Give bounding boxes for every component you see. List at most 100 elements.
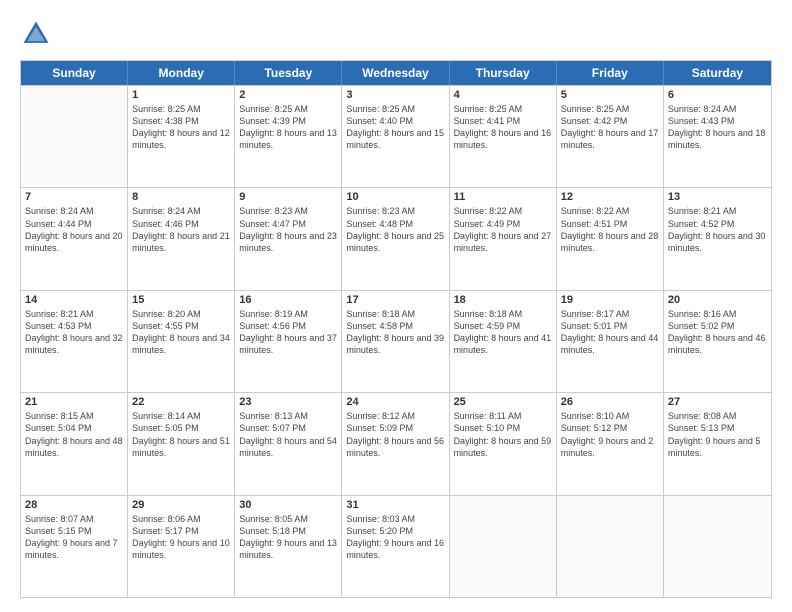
day-number: 13 [668,191,767,203]
day-number: 7 [25,191,123,203]
day-cell-16: 16Sunrise: 8:19 AMSunset: 4:56 PMDayligh… [235,291,342,392]
calendar: SundayMondayTuesdayWednesdayThursdayFrid… [20,60,772,598]
day-cell-17: 17Sunrise: 8:18 AMSunset: 4:58 PMDayligh… [342,291,449,392]
day-number: 12 [561,191,659,203]
header-day-monday: Monday [128,61,235,85]
day-number: 11 [454,191,552,203]
day-cell-empty [450,496,557,597]
day-number: 6 [668,89,767,101]
day-info: Sunrise: 8:16 AMSunset: 5:02 PMDaylight:… [668,308,767,357]
header-day-friday: Friday [557,61,664,85]
day-cell-28: 28 Sunrise: 8:07 AMSunset: 5:15 PMDayligh… [21,496,128,597]
day-cell-25: 25Sunrise: 8:11 AMSunset: 5:10 PMDayligh… [450,393,557,494]
day-number: 27 [668,396,767,408]
header-day-tuesday: Tuesday [235,61,342,85]
day-cell-21: 21Sunrise: 8:15 AMSunset: 5:04 PMDayligh… [21,393,128,494]
day-info: Sunrise: 8:13 AMSunset: 5:07 PMDaylight:… [239,410,337,459]
day-cell-24: 24 Sunrise: 8:12 AMSunset: 5:09 PMDayligh… [342,393,449,494]
day-info: Sunrise: 8:07 AMSunset: 5:15 PMDaylight:… [25,513,123,562]
day-cell-empty [21,86,128,187]
day-cell-13: 13 Sunrise: 8:21 AMSunset: 4:52 PMDayligh… [664,188,771,289]
day-cell-9: 9 Sunrise: 8:23 AMSunset: 4:47 PMDaylight… [235,188,342,289]
day-number: 30 [239,499,337,511]
day-number: 26 [561,396,659,408]
logo [20,18,56,50]
day-info: Sunrise: 8:23 AMSunset: 4:47 PMDaylight:… [239,205,337,254]
day-info: Sunrise: 8:25 AMSunset: 4:41 PMDaylight:… [454,103,552,152]
calendar-body: 1 Sunrise: 8:25 AMSunset: 4:38 PMDaylight… [21,85,771,597]
day-number: 8 [132,191,230,203]
day-number: 23 [239,396,337,408]
day-cell-31: 31 Sunrise: 8:03 AMSunset: 5:20 PMDayligh… [342,496,449,597]
day-cell-10: 10 Sunrise: 8:23 AMSunset: 4:48 PMDayligh… [342,188,449,289]
day-cell-6: 6 Sunrise: 8:24 AMSunset: 4:43 PMDaylight… [664,86,771,187]
day-info: Sunrise: 8:25 AMSunset: 4:39 PMDaylight:… [239,103,337,152]
day-cell-2: 2 Sunrise: 8:25 AMSunset: 4:39 PMDaylight… [235,86,342,187]
day-number: 5 [561,89,659,101]
calendar-week-3: 14Sunrise: 8:21 AMSunset: 4:53 PMDayligh… [21,290,771,392]
day-info: Sunrise: 8:06 AMSunset: 5:17 PMDaylight:… [132,513,230,562]
day-info: Sunrise: 8:03 AMSunset: 5:20 PMDaylight:… [346,513,444,562]
day-info: Sunrise: 8:23 AMSunset: 4:48 PMDaylight:… [346,205,444,254]
day-cell-12: 12 Sunrise: 8:22 AMSunset: 4:51 PMDayligh… [557,188,664,289]
day-cell-5: 5Sunrise: 8:25 AMSunset: 4:42 PMDaylight… [557,86,664,187]
day-info: Sunrise: 8:21 AMSunset: 4:52 PMDaylight:… [668,205,767,254]
day-number: 2 [239,89,337,101]
day-cell-27: 27 Sunrise: 8:08 AMSunset: 5:13 PMDayligh… [664,393,771,494]
day-info: Sunrise: 8:18 AMSunset: 4:59 PMDaylight:… [454,308,552,357]
header-day-sunday: Sunday [21,61,128,85]
day-number: 28 [25,499,123,511]
day-info: Sunrise: 8:10 AMSunset: 5:12 PMDaylight:… [561,410,659,459]
calendar-page: SundayMondayTuesdayWednesdayThursdayFrid… [0,0,792,612]
day-info: Sunrise: 8:20 AMSunset: 4:55 PMDaylight:… [132,308,230,357]
day-cell-22: 22Sunrise: 8:14 AMSunset: 5:05 PMDayligh… [128,393,235,494]
day-cell-7: 7Sunrise: 8:24 AMSunset: 4:44 PMDaylight… [21,188,128,289]
day-info: Sunrise: 8:24 AMSunset: 4:43 PMDaylight:… [668,103,767,152]
day-info: Sunrise: 8:12 AMSunset: 5:09 PMDaylight:… [346,410,444,459]
day-info: Sunrise: 8:25 AMSunset: 4:38 PMDaylight:… [132,103,230,152]
day-number: 10 [346,191,444,203]
day-cell-14: 14Sunrise: 8:21 AMSunset: 4:53 PMDayligh… [21,291,128,392]
day-cell-30: 30 Sunrise: 8:05 AMSunset: 5:18 PMDayligh… [235,496,342,597]
day-number: 1 [132,89,230,101]
day-number: 18 [454,294,552,306]
day-cell-empty [557,496,664,597]
day-info: Sunrise: 8:08 AMSunset: 5:13 PMDaylight:… [668,410,767,459]
day-number: 15 [132,294,230,306]
header-day-wednesday: Wednesday [342,61,449,85]
day-number: 21 [25,396,123,408]
day-cell-3: 3 Sunrise: 8:25 AMSunset: 4:40 PMDaylight… [342,86,449,187]
day-cell-29: 29 Sunrise: 8:06 AMSunset: 5:17 PMDayligh… [128,496,235,597]
day-number: 25 [454,396,552,408]
day-info: Sunrise: 8:19 AMSunset: 4:56 PMDaylight:… [239,308,337,357]
day-info: Sunrise: 8:25 AMSunset: 4:40 PMDaylight:… [346,103,444,152]
calendar-header: SundayMondayTuesdayWednesdayThursdayFrid… [21,61,771,85]
day-number: 29 [132,499,230,511]
day-info: Sunrise: 8:05 AMSunset: 5:18 PMDaylight:… [239,513,337,562]
day-info: Sunrise: 8:24 AMSunset: 4:46 PMDaylight:… [132,205,230,254]
day-cell-19: 19Sunrise: 8:17 AMSunset: 5:01 PMDayligh… [557,291,664,392]
calendar-week-1: 1 Sunrise: 8:25 AMSunset: 4:38 PMDaylight… [21,85,771,187]
day-cell-18: 18 Sunrise: 8:18 AMSunset: 4:59 PMDayligh… [450,291,557,392]
day-cell-23: 23 Sunrise: 8:13 AMSunset: 5:07 PMDayligh… [235,393,342,494]
day-number: 24 [346,396,444,408]
day-info: Sunrise: 8:21 AMSunset: 4:53 PMDaylight:… [25,308,123,357]
day-cell-4: 4 Sunrise: 8:25 AMSunset: 4:41 PMDaylight… [450,86,557,187]
calendar-week-5: 28 Sunrise: 8:07 AMSunset: 5:15 PMDayligh… [21,495,771,597]
calendar-week-2: 7Sunrise: 8:24 AMSunset: 4:44 PMDaylight… [21,187,771,289]
header [20,18,772,50]
day-info: Sunrise: 8:22 AMSunset: 4:51 PMDaylight:… [561,205,659,254]
day-number: 31 [346,499,444,511]
day-number: 20 [668,294,767,306]
day-cell-empty [664,496,771,597]
day-number: 9 [239,191,337,203]
day-info: Sunrise: 8:14 AMSunset: 5:05 PMDaylight:… [132,410,230,459]
day-info: Sunrise: 8:22 AMSunset: 4:49 PMDaylight:… [454,205,552,254]
day-number: 17 [346,294,444,306]
day-cell-8: 8 Sunrise: 8:24 AMSunset: 4:46 PMDaylight… [128,188,235,289]
header-day-saturday: Saturday [664,61,771,85]
logo-icon [20,18,52,50]
day-number: 4 [454,89,552,101]
day-number: 3 [346,89,444,101]
calendar-week-4: 21Sunrise: 8:15 AMSunset: 5:04 PMDayligh… [21,392,771,494]
